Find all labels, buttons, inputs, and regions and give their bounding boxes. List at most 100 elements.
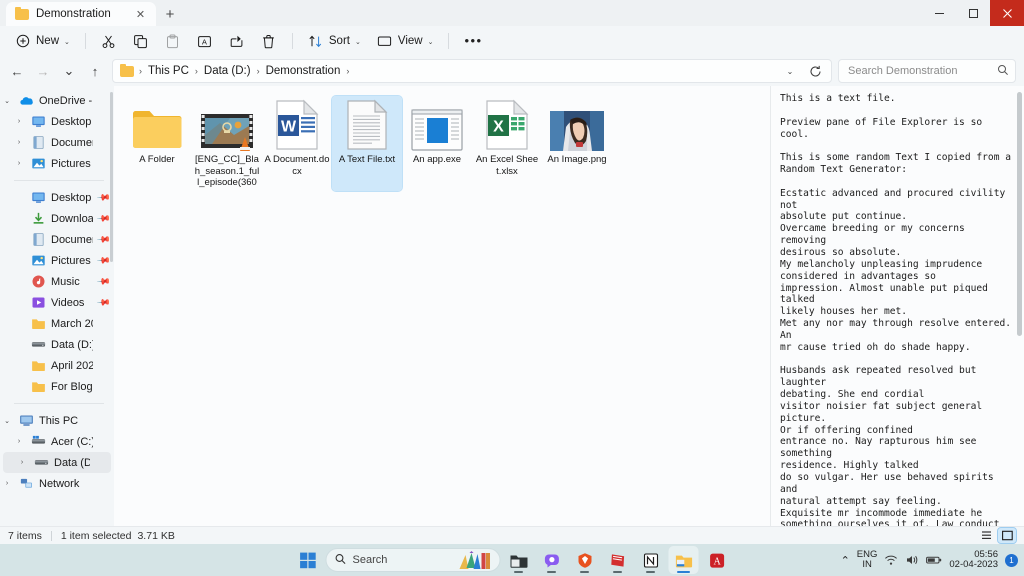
navigation-pane[interactable]: ⌄ OneDrive - Personal › Desktop › Documents › P… [0,86,114,526]
wifi-icon[interactable] [884,554,898,566]
taskbar-app-acrobat[interactable]: A [702,546,732,574]
tab-demonstration[interactable]: Demonstration ✕ [6,2,156,26]
file-tile-an-image-png[interactable]: An Image.png [542,96,612,191]
sort-button[interactable]: Sort ⌄ [301,29,368,53]
view-button[interactable]: View ⌄ [370,29,441,53]
sidebar-item-march-2023[interactable]: March 2023 [0,313,114,334]
sidebar-item-network[interactable]: › Network [0,473,114,494]
taskbar-app-notebook[interactable] [603,546,633,574]
sidebar-item-for-blog[interactable]: For Blog [0,376,114,397]
file-tile-eng-cc-blah-season-1-full-episode-360p-mp4[interactable]: [ENG_CC]_Blah_season.1_full_episode(360p… [192,96,262,191]
notification-badge[interactable]: 1 [1005,553,1018,567]
chevron-right-icon[interactable]: › [12,118,26,125]
file-tile-an-app-exe[interactable]: An app.exe [402,96,472,191]
sidebar-item-documents[interactable]: › Documents [0,132,114,153]
pin-icon[interactable]: 📌 [96,253,111,268]
volume-icon[interactable] [905,554,919,566]
copy-button[interactable] [126,29,156,53]
cut-button[interactable] [94,29,124,53]
sidebar-item-acer-c[interactable]: › Acer (C:) [0,431,114,452]
file-tile-a-folder[interactable]: A Folder [122,96,192,191]
new-button[interactable]: New ⌄ [8,29,77,53]
pin-icon[interactable]: 📌 [96,211,111,226]
sidebar-item-april-2023[interactable]: April 2023 [0,355,114,376]
sidebar-item-pictures[interactable]: Pictures 📌 [0,250,114,271]
taskbar-search[interactable]: Search [325,548,501,572]
sidebar-item-label: Documents [51,233,93,246]
file-tile-a-document-docx[interactable]: W A Document.docx [262,96,332,191]
sidebar-item-documents[interactable]: Documents📌 [0,229,114,250]
chevron-right-icon[interactable]: › [12,438,26,445]
sidebar-item-desktop[interactable]: Desktop 📌 [0,187,114,208]
sidebar-item-data-d[interactable]: › Data (D:) [3,452,111,473]
file-name-label: A Document.docx [264,154,330,177]
chevron-down-icon[interactable]: ⌄ [0,417,14,425]
sidebar-item-onedrive-personal[interactable]: ⌄ OneDrive - Personal [0,90,114,111]
breadcrumb-item-data-d[interactable]: Data (D:) [200,65,255,77]
app-running-indicator [646,570,655,573]
app-icon [410,99,464,151]
chevron-right-icon[interactable]: › [12,139,26,146]
preview-pane-button[interactable] [997,527,1017,544]
taskbar-app-notion[interactable] [636,546,666,574]
chevron-down-icon[interactable]: ⌄ [0,97,14,105]
back-button[interactable]: ← [4,59,30,83]
breadcrumb-item-this-pc[interactable]: This PC [144,65,193,77]
delete-button[interactable] [254,29,284,53]
up-button[interactable]: ↑ [82,59,108,83]
recent-locations-button[interactable]: ⌄ [56,59,82,83]
pin-icon[interactable]: 📌 [96,232,111,247]
preview-scrollbar[interactable] [1017,92,1022,336]
battery-icon[interactable] [926,554,942,566]
file-list-pane[interactable]: A Folder [ENG_CC]_Blah_season.1_full_epis… [114,86,770,526]
forward-button[interactable]: → [30,59,56,83]
sidebar-item-data-d[interactable]: Data (D:) [0,334,114,355]
new-tab-button[interactable]: + [156,2,184,26]
file-tile-an-excel-sheet-xlsx[interactable]: X An Excel Sheet.xlsx [472,96,542,191]
tray-overflow-button[interactable]: ⌃ [841,554,850,567]
details-view-button[interactable] [977,528,995,543]
sidebar-item-downloads[interactable]: Downloads📌 [0,208,114,229]
search-input[interactable] [848,65,997,77]
chevron-right-icon[interactable]: › [0,480,14,487]
pin-icon[interactable]: 📌 [96,295,111,310]
maximize-button[interactable] [956,0,990,26]
clock[interactable]: 05:56 02-04-2023 [949,549,998,571]
plus-circle-icon [15,33,31,49]
more-options-button[interactable]: ••• [457,29,489,53]
minimize-button[interactable] [922,0,956,26]
rename-button[interactable]: A [190,29,220,53]
search-box[interactable] [838,59,1016,83]
sidebar-item-pictures[interactable]: › Pictures [0,153,114,174]
taskbar-app-file-explorer[interactable] [668,546,699,574]
taskbar-app-teams[interactable] [537,546,567,574]
language-line-2: IN [862,559,872,570]
file-tile-a-text-file-txt[interactable]: A Text File.txt [331,95,403,192]
view-toggle-group [977,527,1017,544]
chevron-right-icon[interactable]: › [15,459,29,466]
language-indicator[interactable]: ENG IN [857,549,878,571]
paste-button[interactable] [158,29,188,53]
breadcrumb-item-demonstration[interactable]: Demonstration [262,65,345,77]
sidebar-item-this-pc[interactable]: ⌄ This PC [0,410,114,431]
share-button[interactable] [222,29,252,53]
taskbar-app-file-explorer-dark[interactable] [504,546,534,574]
close-icon[interactable]: ✕ [133,7,148,22]
close-button[interactable] [990,0,1024,26]
drive-icon [31,337,46,352]
pin-icon[interactable]: 📌 [96,274,111,289]
start-button[interactable] [293,546,323,574]
sidebar-item-desktop[interactable]: › Desktop [0,111,114,132]
sidebar-divider [14,403,104,404]
chevron-right-icon[interactable]: › [12,160,26,167]
breadcrumb[interactable]: › This PC › Data (D:) › Demonstration › … [112,59,832,83]
folder-icon [31,358,46,373]
share-icon [229,33,245,49]
sidebar-scrollbar[interactable] [110,92,113,262]
sidebar-item-videos[interactable]: Videos 📌 [0,292,114,313]
sidebar-item-music[interactable]: Music 📌 [0,271,114,292]
refresh-icon[interactable] [803,60,827,82]
chevron-down-icon[interactable]: ⌄ [778,60,802,82]
taskbar-app-brave[interactable] [570,546,600,574]
pin-icon[interactable]: 📌 [96,190,111,205]
